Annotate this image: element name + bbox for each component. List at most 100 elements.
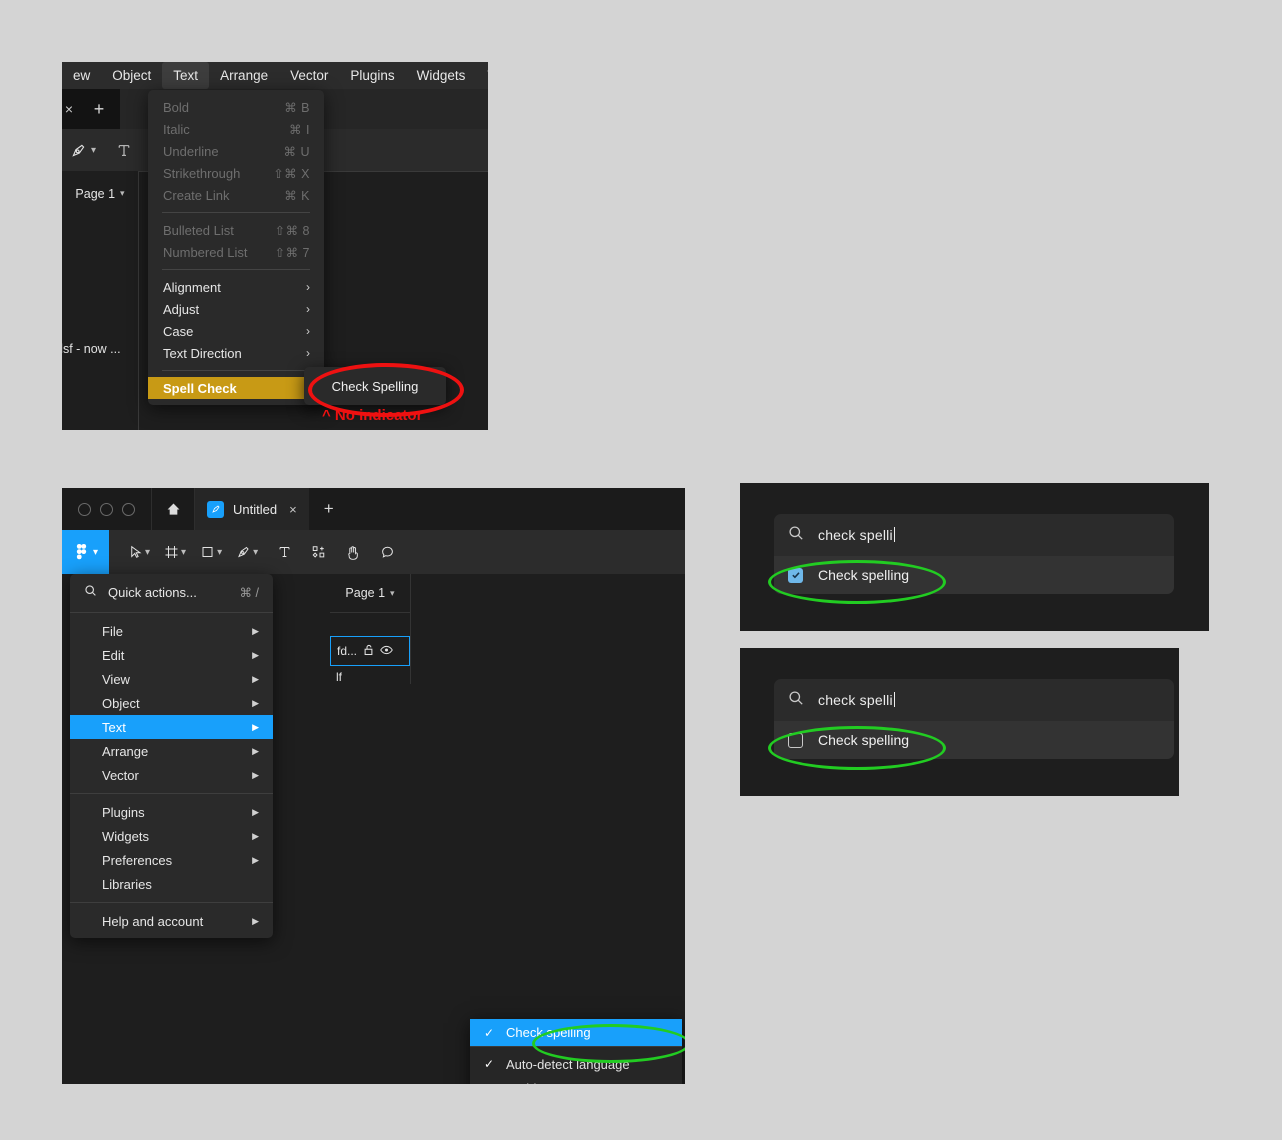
main-menu-item-file[interactable]: File ▶ [70,619,273,643]
close-window-dot[interactable] [78,502,91,516]
menu-item-italic[interactable]: Italic ⌘ I [148,118,324,140]
menu-item-alignment[interactable]: Alignment › [148,276,324,298]
visibility-icon[interactable] [380,644,393,659]
new-tab-button[interactable]: + [309,499,349,519]
frame-tool[interactable]: ▾ [157,544,193,560]
menu-item-strikethrough[interactable]: Strikethrough ⇧⌘ X [148,162,324,184]
page-label: Page 1 [75,186,116,201]
chevron-down-icon: ▾ [390,587,395,598]
components-tool[interactable] [299,544,333,560]
comment-tool[interactable] [368,544,402,560]
menu-divider [162,370,310,371]
triangle-right-icon: ▶ [252,745,259,756]
menu-item-underline[interactable]: Underline ⌘ U [148,140,324,162]
chevron-down-icon: ▾ [217,546,223,558]
chevron-down-icon: ▾ [120,188,125,198]
main-menu-button[interactable]: ▾ [62,530,109,574]
tab-close-icon[interactable]: × [62,101,78,117]
menu-item-adjust[interactable]: Adjust › [148,298,324,320]
bottom-window: Untitled × + ▾ ▾ ▾ ▾ ▾ Page 1 ▾ fd... lf… [62,488,685,1084]
checkbox-checked[interactable] [788,567,803,583]
search-icon [788,690,804,711]
main-menu-item-object[interactable]: Object ▶ [70,691,273,715]
shortcut-italic: ⌘ I [289,122,310,137]
menu-item-create-link[interactable]: Create Link ⌘ K [148,184,324,206]
menubar-item-vector[interactable]: Vector [279,62,339,89]
home-icon[interactable] [152,488,194,530]
page-selector[interactable]: Page 1 ▾ [62,171,139,217]
menu-item-bold[interactable]: Bold ⌘ B [148,96,324,118]
triangle-right-icon: ▶ [252,854,259,865]
layer-label: fd... [337,644,358,658]
search-input-value[interactable]: check spelli [818,692,895,708]
move-tool[interactable]: ▾ [121,544,157,560]
minimize-window-dot[interactable] [100,502,113,516]
menubar-item-text[interactable]: Text [162,62,210,89]
triangle-right-icon: ▶ [252,649,259,660]
unlock-icon[interactable] [363,644,374,659]
new-tab-button[interactable]: + [78,99,120,120]
close-tab-icon[interactable]: × [289,502,297,517]
menu-item-spell-check[interactable]: Spell Check › [148,377,324,399]
window-controls[interactable] [62,502,151,516]
chevron-down-icon: ▾ [253,546,259,558]
main-menu-item-preferences[interactable]: Preferences ▶ [70,848,273,872]
checkmark-icon: ✓ [484,1025,495,1040]
chevron-right-icon: › [306,302,310,316]
quick-actions-row[interactable]: Quick actions... ⌘ / [70,574,273,606]
menubar-item-plugins[interactable]: Plugins [339,62,405,89]
main-menu-item-widgets[interactable]: Widgets ▶ [70,824,273,848]
maximize-window-dot[interactable] [122,502,135,516]
text-tool[interactable] [265,544,299,560]
menu-item-text-direction[interactable]: Text Direction › [148,342,324,364]
no-indicator-annotation: ^ No indicator [322,407,423,424]
menubar-item-object[interactable]: Object [101,62,162,89]
check-spelling-submenu-item[interactable]: Check Spelling [304,367,446,405]
bottom-window-titlebar: Untitled × + [62,488,685,530]
language-item[interactable]: Arabic [470,1076,682,1085]
main-menu-item-edit[interactable]: Edit ▶ [70,643,273,667]
layer-item-selected[interactable]: fd... [330,636,410,666]
shortcut-create-link: ⌘ K [284,188,310,203]
main-menu-item-plugins[interactable]: Plugins ▶ [70,800,273,824]
main-menu-item-arrange[interactable]: Arrange ▶ [70,739,273,763]
shape-tool[interactable]: ▾ [193,544,229,560]
main-menu-item-view[interactable]: View ▶ [70,667,273,691]
language-item-auto-detect[interactable]: ✓ Auto-detect language [470,1052,682,1076]
search-result-row[interactable]: Check spelling [774,721,1174,759]
layer-item-other[interactable]: lf [336,670,342,684]
search-input-row[interactable]: check spelli [774,679,1174,721]
pen-tool[interactable]: ▾ [229,544,265,560]
menubar-item-view[interactable]: ew [62,62,101,89]
menubar-item-widgets2[interactable]: Wi [476,62,488,89]
menu-item-bulleted-list[interactable]: Bulleted List ⇧⌘ 8 [148,219,324,241]
main-menu-item-help-and-account[interactable]: Help and account ▶ [70,909,273,933]
document-tab[interactable]: Untitled × [195,488,309,530]
top-text-menu: Bold ⌘ B Italic ⌘ I Underline ⌘ U Strike… [148,90,324,405]
main-menu-item-vector[interactable]: Vector ▶ [70,763,273,787]
text-tool-icon[interactable] [116,142,132,159]
triangle-right-icon: ▶ [252,697,259,708]
checkbox-unchecked[interactable] [788,732,803,748]
main-menu-item-libraries[interactable]: Libraries [70,872,273,896]
menubar-item-arrange[interactable]: Arrange [209,62,279,89]
menubar-item-widgets[interactable]: Widgets [406,62,477,89]
hand-tool[interactable] [333,544,368,561]
bottom-page-selector[interactable]: Page 1 ▾ [330,574,411,613]
menu-item-numbered-list[interactable]: Numbered List ⇧⌘ 7 [148,241,324,263]
pen-tool-icon[interactable]: ▾ [70,142,96,159]
triangle-right-icon: ▶ [252,625,259,636]
chevron-right-icon: › [306,346,310,360]
search-box: check spelli Check spelling [774,514,1174,594]
main-menu-item-text[interactable]: Text ▶ [70,715,273,739]
search-result-row[interactable]: Check spelling [774,556,1174,594]
spell-toggle-check-spelling[interactable]: ✓ Check spelling [470,1019,682,1046]
search-panel-unchecked: check spelli Check spelling [740,648,1179,796]
layer-item-1[interactable]: dsf - now ... [62,342,121,356]
search-result-label: Check spelling [818,732,910,748]
chevron-down-icon: ▾ [181,546,187,558]
search-input-row[interactable]: check spelli [774,514,1174,556]
triangle-right-icon: ▶ [252,915,259,926]
menu-item-case[interactable]: Case › [148,320,324,342]
search-input-value[interactable]: check spelli [818,527,895,543]
